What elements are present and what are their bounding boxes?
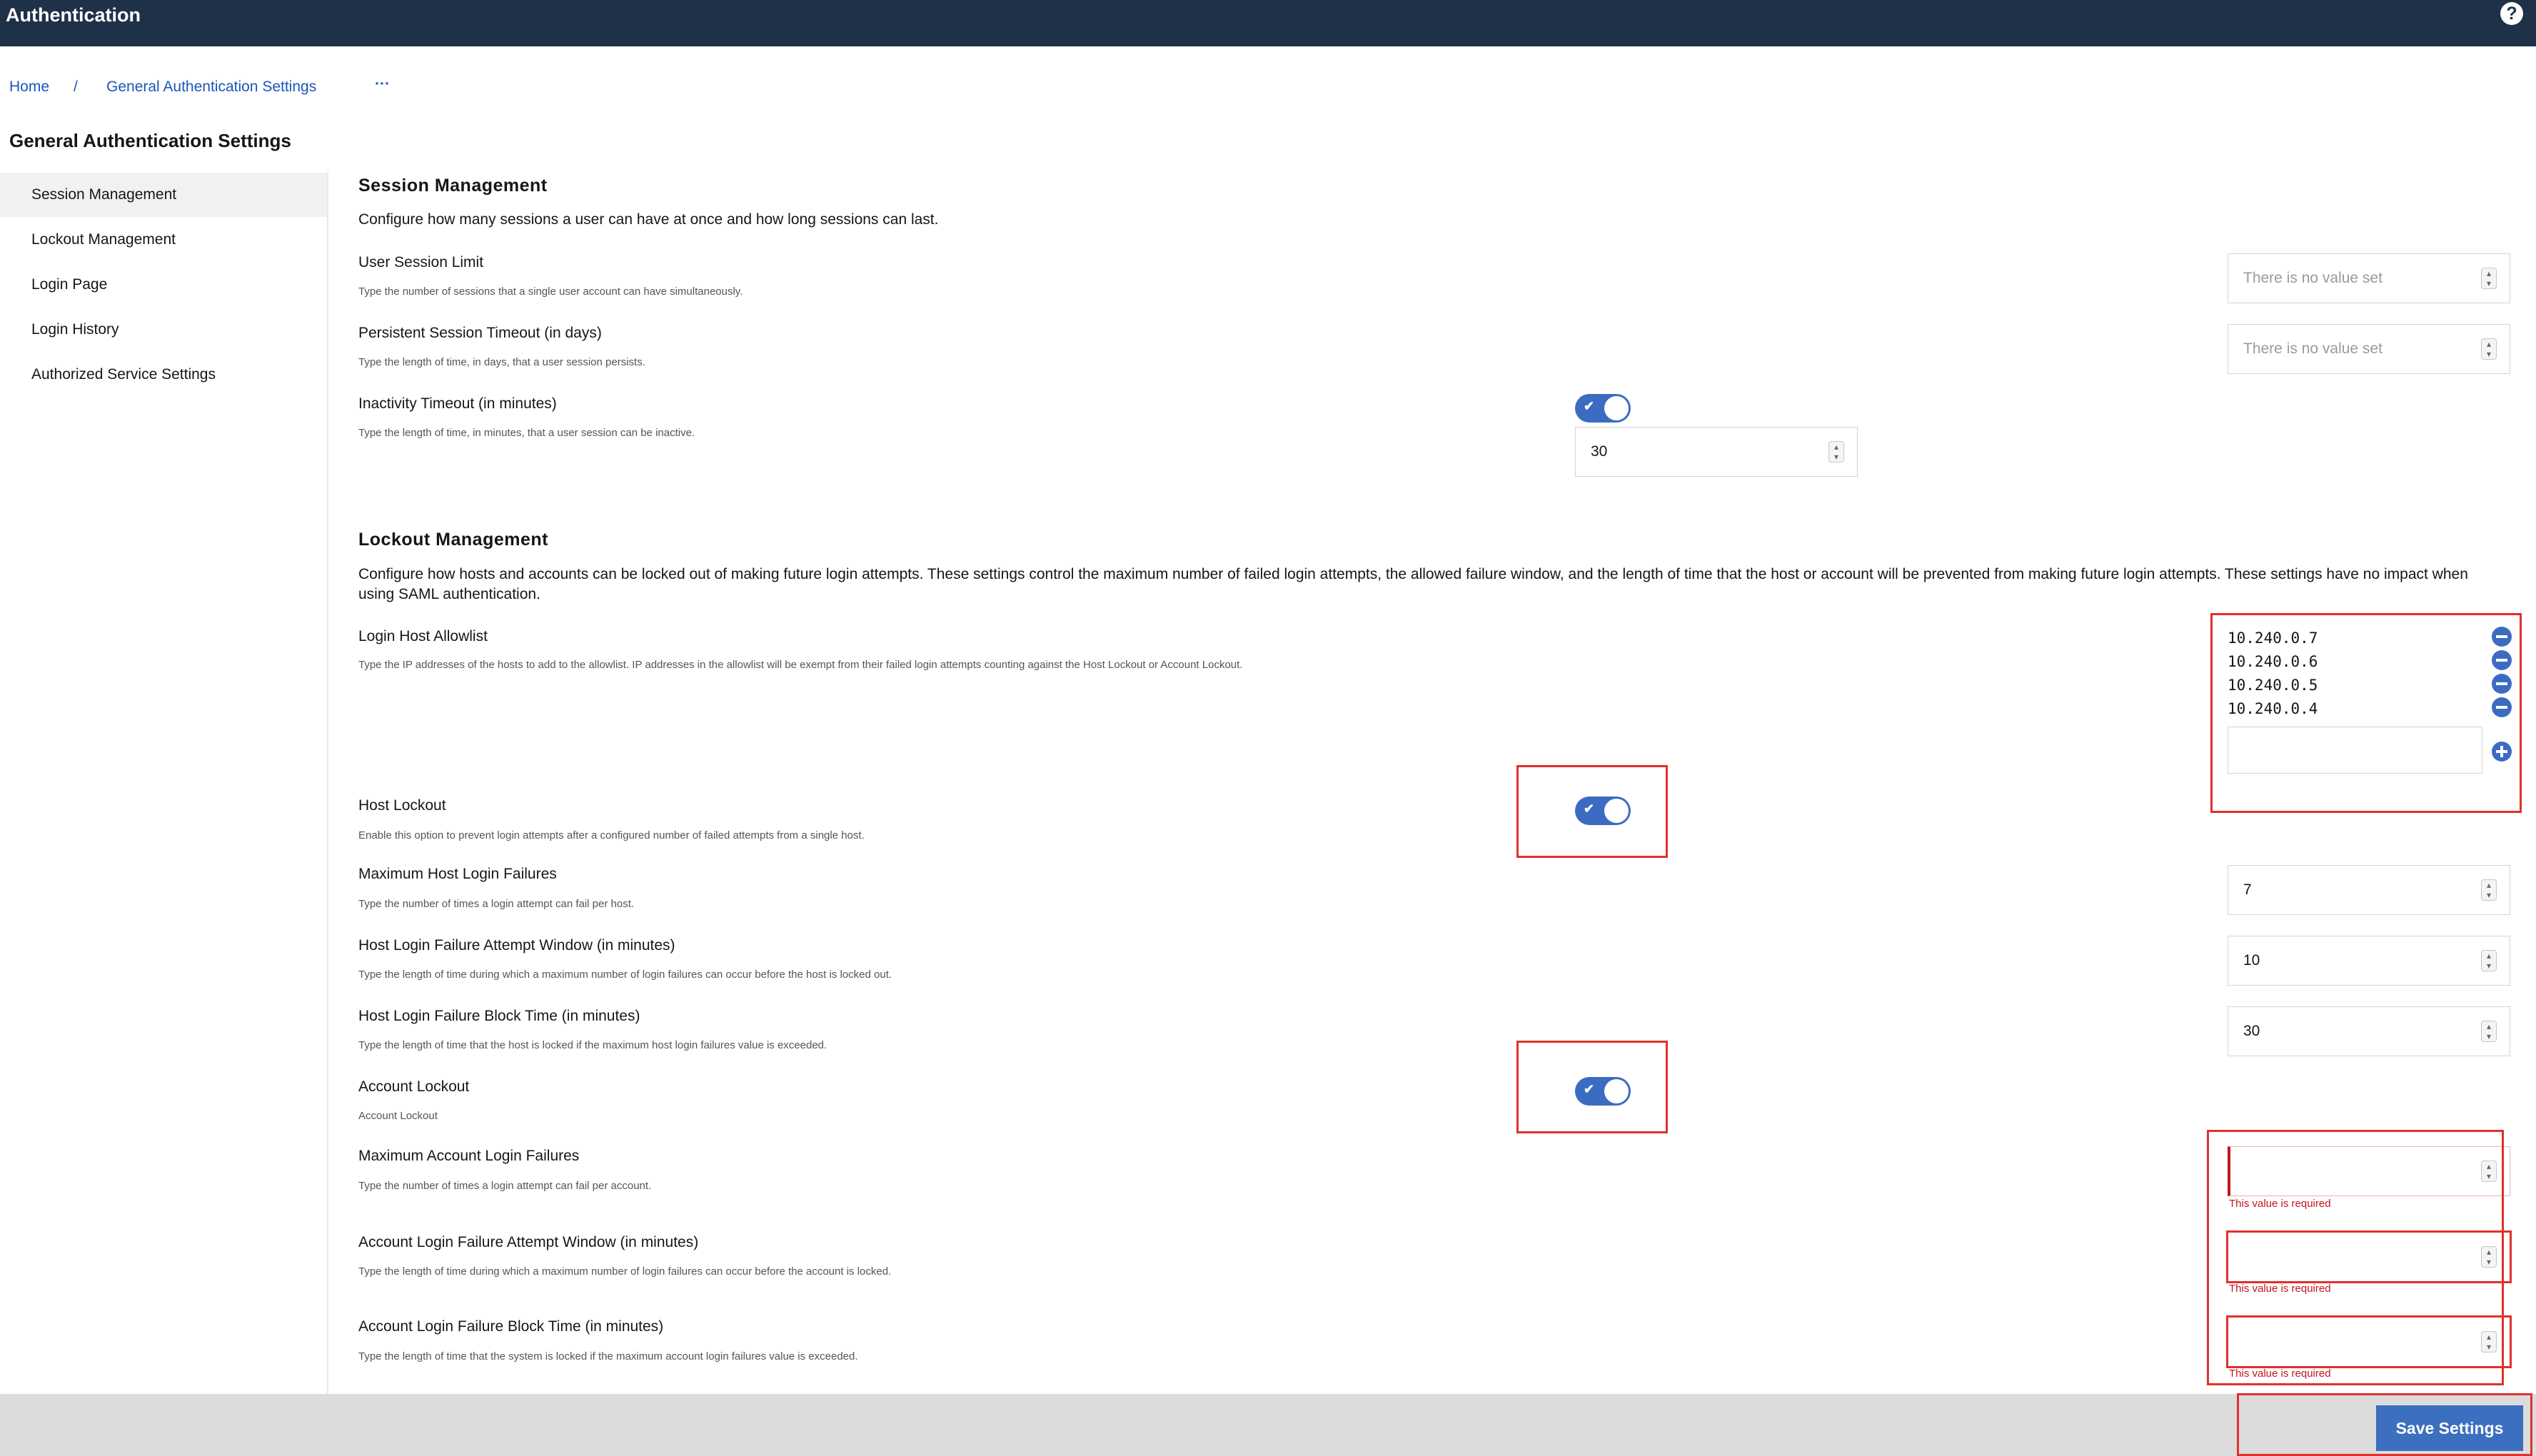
lockout-section-title: Lockout Management <box>358 530 548 550</box>
user-session-limit-input[interactable]: There is no value set ▴ ▾ <box>2228 253 2510 303</box>
highlight-box <box>2207 1130 2504 1385</box>
breadcrumb-separator: / <box>74 79 78 95</box>
stepper-icon[interactable]: ▴ ▾ <box>2481 268 2497 289</box>
highlight-box <box>2237 1393 2532 1456</box>
toggle-knob <box>1604 396 1629 420</box>
account-block-label: Account Login Failure Block Time (in min… <box>358 1318 664 1335</box>
persistent-timeout-label: Persistent Session Timeout (in days) <box>358 325 602 341</box>
breadcrumb: Home / General Authentication Settings ·… <box>9 76 438 100</box>
stepper-icon[interactable]: ▴ ▾ <box>2481 879 2497 901</box>
stepper-icon[interactable]: ▴ ▾ <box>1828 441 1844 462</box>
max-host-failures-label: Maximum Host Login Failures <box>358 866 557 882</box>
max-host-failures-help: Type the number of times a login attempt… <box>358 898 635 910</box>
stepper-icon[interactable]: ▴ ▾ <box>2481 1021 2497 1042</box>
highlight-box <box>2210 613 2522 813</box>
sidebar: Session Management Lockout Management Lo… <box>0 173 328 1394</box>
persistent-timeout-input[interactable]: There is no value set ▴ ▾ <box>2228 324 2510 374</box>
host-lockout-help: Enable this option to prevent login atte… <box>358 829 865 841</box>
highlight-box <box>1516 765 1668 858</box>
max-account-failures-help: Type the number of times a login attempt… <box>358 1180 652 1192</box>
breadcrumb-current-link[interactable]: General Authentication Settings <box>106 79 316 96</box>
app-title: Authentication <box>6 4 141 26</box>
session-section-title: Session Management <box>358 176 548 196</box>
breadcrumb-home-link[interactable]: Home <box>9 79 49 96</box>
session-section-description: Configure how many sessions a user can h… <box>358 211 939 228</box>
stepper-icon[interactable]: ▴ ▾ <box>2481 338 2497 360</box>
max-account-failures-label: Maximum Account Login Failures <box>358 1148 580 1164</box>
sidebar-item-lockout-management[interactable]: Lockout Management <box>0 218 327 262</box>
host-window-input[interactable]: 10 ▴ ▾ <box>2228 936 2510 986</box>
lockout-section-description: Configure how hosts and accounts can be … <box>358 566 2468 602</box>
host-window-value: 10 <box>2243 952 2260 969</box>
host-window-help: Type the length of time during which a m… <box>358 969 892 981</box>
persistent-timeout-help: Type the length of time, in days, that a… <box>358 356 645 368</box>
inactivity-timeout-label: Inactivity Timeout (in minutes) <box>358 395 557 412</box>
highlight-box <box>1516 1041 1668 1133</box>
max-host-failures-value: 7 <box>2243 881 2252 898</box>
user-session-limit-placeholder: There is no value set <box>2243 270 2382 286</box>
account-window-label: Account Login Failure Attempt Window (in… <box>358 1234 699 1250</box>
inactivity-timeout-help: Type the length of time, in minutes, tha… <box>358 427 695 439</box>
account-block-help: Type the length of time that the system … <box>358 1350 858 1363</box>
footer-bar <box>0 1394 2536 1456</box>
host-block-value: 30 <box>2243 1023 2260 1039</box>
host-block-help: Type the length of time that the host is… <box>358 1039 827 1051</box>
stepper-icon[interactable]: ▴ ▾ <box>2481 950 2497 971</box>
inactivity-timeout-toggle[interactable]: ✔ <box>1575 394 1631 423</box>
inactivity-timeout-value: 30 <box>1591 443 1608 460</box>
host-window-label: Host Login Failure Attempt Window (in mi… <box>358 937 675 954</box>
sidebar-item-login-history[interactable]: Login History <box>0 308 327 352</box>
account-window-help: Type the length of time during which a m… <box>358 1265 892 1278</box>
top-bar <box>0 0 2536 46</box>
user-session-limit-label: User Session Limit <box>358 254 484 271</box>
sidebar-item-login-page[interactable]: Login Page <box>0 263 327 307</box>
page-title: General Authentication Settings <box>9 130 291 151</box>
inactivity-timeout-input[interactable]: 30 ▴ ▾ <box>1575 427 1858 477</box>
account-lockout-help: Account Lockout <box>358 1110 438 1122</box>
account-lockout-label: Account Lockout <box>358 1078 470 1095</box>
sidebar-item-session-management[interactable]: Session Management <box>0 173 327 217</box>
more-icon[interactable]: ··· <box>375 76 390 93</box>
check-icon: ✔ <box>1584 399 1595 413</box>
sidebar-item-authorized-service-settings[interactable]: Authorized Service Settings <box>0 353 327 397</box>
host-block-label: Host Login Failure Block Time (in minute… <box>358 1008 640 1024</box>
allowlist-help: Type the IP addresses of the hosts to ad… <box>358 659 1243 671</box>
help-icon[interactable]: ? <box>2500 2 2523 25</box>
host-lockout-label: Host Lockout <box>358 797 446 814</box>
max-host-failures-input[interactable]: 7 ▴ ▾ <box>2228 865 2510 915</box>
allowlist-label: Login Host Allowlist <box>358 628 488 644</box>
persistent-timeout-placeholder: There is no value set <box>2243 340 2382 357</box>
host-block-input[interactable]: 30 ▴ ▾ <box>2228 1006 2510 1056</box>
user-session-limit-help: Type the number of sessions that a singl… <box>358 285 743 298</box>
